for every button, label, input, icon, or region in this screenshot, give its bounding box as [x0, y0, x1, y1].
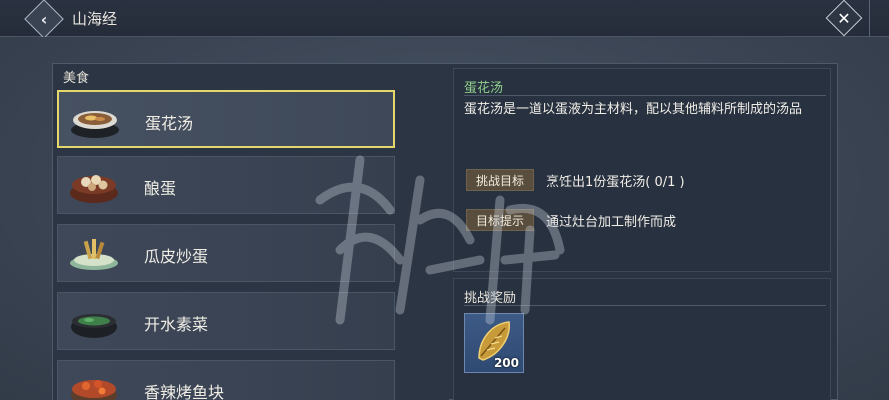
list-item-stuffed-egg[interactable]: 酿蛋 — [57, 156, 395, 214]
goal-tag: 挑战目标 — [466, 169, 534, 191]
list-item-vegetable-soup[interactable]: 开水素菜 — [57, 292, 395, 350]
recipe-description: 蛋花汤是一道以蛋液为主材料，配以其他辅料所制成的汤品 — [464, 102, 803, 117]
recipe-title: 蛋花汤 — [464, 81, 504, 96]
detail-column: 蛋花汤 蛋花汤是一道以蛋液为主材料，配以其他辅料所制成的汤品 挑战目标 烹饪出1… — [449, 64, 839, 400]
egg-soup-bowl-icon — [71, 111, 119, 138]
item-name: 香辣烤鱼块 — [144, 383, 225, 400]
recipe-panel: 美食 蛋花汤 酿蛋 瓜皮炒蛋 开水素菜 香辣烤鱼块 蛋花汤 蛋花汤是一道以蛋液为… — [52, 63, 838, 400]
corner-decoration — [869, 0, 889, 37]
goal-value: 烹饪出1份蛋花汤( 0/1 ) — [546, 175, 685, 190]
item-name: 开水素菜 — [144, 315, 209, 334]
list-item-spicy-fish[interactable]: 香辣烤鱼块 — [57, 360, 395, 400]
melon-rind-egg-icon — [70, 239, 118, 270]
item-name: 蛋花汤 — [145, 114, 194, 133]
list-item-melon-egg[interactable]: 瓜皮炒蛋 — [57, 224, 395, 282]
reward-item-slot[interactable]: 200 — [464, 313, 524, 373]
recipe-info: 蛋花汤 蛋花汤是一道以蛋液为主材料，配以其他辅料所制成的汤品 挑战目标 烹饪出1… — [453, 68, 831, 272]
hint-value: 通过灶台加工制作而成 — [546, 215, 677, 230]
divider — [464, 305, 826, 306]
close-icon: ✕ — [837, 8, 851, 28]
spicy-fish-icon — [71, 380, 117, 400]
hint-tag: 目标提示 — [466, 209, 534, 231]
back-button[interactable]: ‹ — [24, 0, 64, 39]
reward-count: 200 — [493, 356, 519, 370]
stuffed-egg-dish-icon — [70, 175, 118, 203]
list-item-egg-soup[interactable]: 蛋花汤 — [57, 90, 395, 148]
reward-title: 挑战奖励 — [464, 291, 517, 306]
divider — [464, 95, 826, 96]
title-bar: ‹ 山海经 ✕ — [0, 0, 889, 39]
chevron-left-icon: ‹ — [40, 9, 48, 29]
window-title: 山海经 — [72, 10, 118, 28]
close-button[interactable]: ✕ — [825, 0, 863, 37]
main-stage: 美食 蛋花汤 酿蛋 瓜皮炒蛋 开水素菜 香辣烤鱼块 蛋花汤 蛋花汤是一道以蛋液为… — [0, 37, 889, 400]
recipe-list: 美食 蛋花汤 酿蛋 瓜皮炒蛋 开水素菜 香辣烤鱼块 — [53, 64, 449, 400]
item-name: 瓜皮炒蛋 — [144, 247, 209, 266]
item-name: 酿蛋 — [144, 179, 177, 198]
reward-section: 挑战奖励 200 — [453, 278, 831, 400]
category-label: 美食 — [63, 71, 90, 86]
vegetable-soup-icon — [71, 314, 117, 338]
